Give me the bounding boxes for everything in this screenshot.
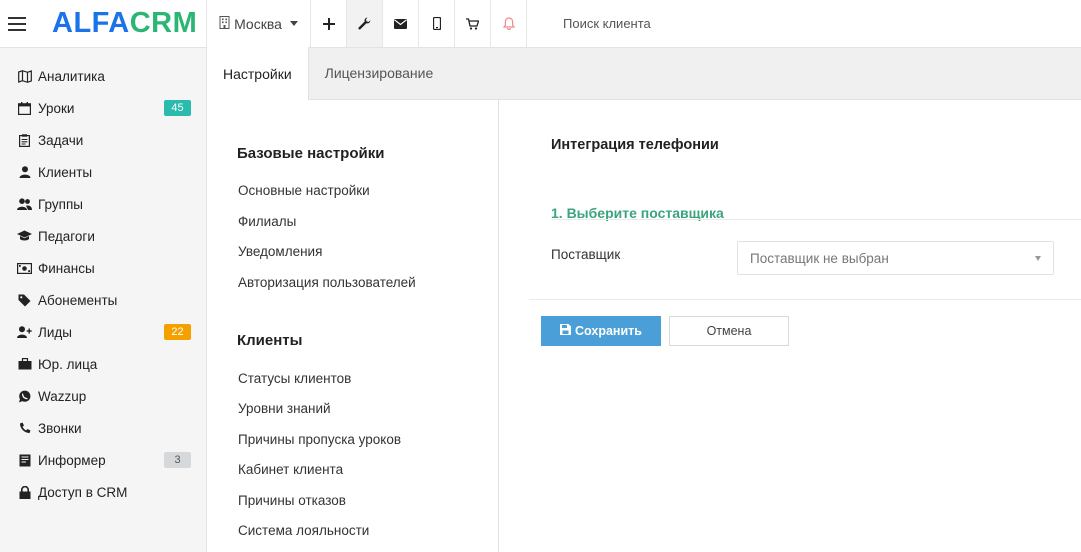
sidebar-item[interactable]: Доступ в CRM <box>0 476 206 508</box>
sidebar-item-label: Доступ в CRM <box>38 484 128 500</box>
tab-licensing[interactable]: Лицензирование <box>309 47 450 99</box>
sidebar-item[interactable]: Лиды 22 <box>0 316 206 348</box>
sidebar-item-label: Wazzup <box>38 388 87 404</box>
wrench-icon[interactable] <box>346 0 382 47</box>
mobile-icon[interactable] <box>418 0 454 47</box>
city-label: Москва <box>234 15 282 32</box>
graduation-cap-icon <box>17 229 32 244</box>
settings-menu: Базовые настройки Основные настройки Фил… <box>207 100 499 552</box>
city-selector[interactable]: Москва <box>206 0 310 47</box>
settings-link[interactable]: Система лояльности <box>238 523 369 538</box>
calendar-icon <box>17 101 32 116</box>
book-icon <box>17 453 32 468</box>
save-button[interactable]: Сохранить <box>541 316 661 346</box>
count-badge: 45 <box>164 100 191 116</box>
sidebar-item[interactable]: Группы <box>0 188 206 220</box>
sidebar-item-label: Аналитика <box>38 68 105 84</box>
page-title: Интеграция телефонии <box>551 137 719 153</box>
settings-link[interactable]: Авторизация пользователей <box>238 275 416 290</box>
sidebar-item[interactable]: Звонки <box>0 412 206 444</box>
save-label: Сохранить <box>575 324 642 338</box>
menu-icon[interactable] <box>0 0 34 47</box>
building-icon <box>219 15 230 32</box>
settings-link[interactable]: Уведомления <box>238 244 322 259</box>
section-heading-clients: Клиенты <box>237 332 303 349</box>
divider <box>551 219 1081 220</box>
count-badge: 22 <box>164 324 191 340</box>
section-heading-basic: Базовые настройки <box>237 145 385 162</box>
mail-icon[interactable] <box>382 0 418 47</box>
search-placeholder: Поиск клиента <box>563 16 651 31</box>
top-bar: ALFA CRM Москва Поиск клиента <box>0 0 1081 48</box>
settings-link[interactable]: Причины пропуска уроков <box>238 432 401 447</box>
cart-icon[interactable] <box>454 0 490 47</box>
chevron-down-icon <box>1035 256 1041 261</box>
provider-select-value: Поставщик не выбран <box>750 250 889 266</box>
sidebar-item[interactable]: Абонементы <box>0 284 206 316</box>
sidebar: Аналитика Уроки 45 Задачи Клиенты Группы Педаг… <box>0 48 207 552</box>
sidebar-item-label: Финансы <box>38 260 95 276</box>
bell-icon[interactable] <box>490 0 526 47</box>
chevron-down-icon <box>289 21 298 26</box>
settings-link[interactable]: Статусы клиентов <box>238 371 351 386</box>
main-content: Интеграция телефонии 1. Выберите поставщ… <box>499 100 1081 552</box>
sidebar-item[interactable]: Wazzup <box>0 380 206 412</box>
tag-icon <box>17 293 32 308</box>
sidebar-item[interactable]: Педагоги <box>0 220 206 252</box>
tab-settings[interactable]: Настройки <box>207 47 309 100</box>
sidebar-item-label: Группы <box>38 196 83 212</box>
users-icon <box>17 197 32 212</box>
provider-label: Поставщик <box>551 247 621 262</box>
logo-crm: CRM <box>129 7 198 39</box>
cancel-button[interactable]: Отмена <box>669 316 789 346</box>
sidebar-item-label: Педагоги <box>38 228 95 244</box>
whatsapp-icon <box>17 389 32 404</box>
client-search[interactable]: Поиск клиента <box>526 0 1081 47</box>
count-badge: 3 <box>164 452 191 468</box>
tab-bar: Настройки Лицензирование <box>207 47 1081 100</box>
sidebar-item[interactable]: Уроки 45 <box>0 92 206 124</box>
sidebar-item-label: Клиенты <box>38 164 93 180</box>
sidebar-item[interactable]: Задачи <box>0 124 206 156</box>
provider-select[interactable]: Поставщик не выбран <box>737 241 1054 275</box>
sidebar-item-label: Звонки <box>38 420 82 436</box>
sidebar-item[interactable]: Юр. лица <box>0 348 206 380</box>
settings-link[interactable]: Основные настройки <box>238 183 370 198</box>
briefcase-icon <box>17 357 32 372</box>
sidebar-item-label: Абонементы <box>38 292 118 308</box>
sidebar-item-label: Информер <box>38 452 106 468</box>
sidebar-item[interactable]: Клиенты <box>0 156 206 188</box>
clipboard-icon <box>17 133 32 148</box>
divider <box>529 299 1081 300</box>
sidebar-item-label: Юр. лица <box>38 356 98 372</box>
map-icon <box>17 69 32 84</box>
user-icon <box>17 165 32 180</box>
lock-icon <box>17 485 32 500</box>
user-plus-icon <box>17 325 32 340</box>
logo-alfa: ALFA <box>52 7 130 39</box>
sidebar-item-label: Задачи <box>38 132 84 148</box>
settings-link[interactable]: Кабинет клиента <box>238 462 343 477</box>
settings-link[interactable]: Филиалы <box>238 214 296 229</box>
floppy-icon <box>560 324 572 338</box>
logo[interactable]: ALFA CRM <box>34 0 206 47</box>
money-icon <box>17 261 32 276</box>
sidebar-item[interactable]: Финансы <box>0 252 206 284</box>
settings-link[interactable]: Уровни знаний <box>238 401 331 416</box>
sidebar-item[interactable]: Аналитика <box>0 60 206 92</box>
sidebar-item-label: Лиды <box>38 324 72 340</box>
plus-icon[interactable] <box>310 0 346 47</box>
cancel-label: Отмена <box>706 324 752 338</box>
phone-icon <box>17 421 32 436</box>
sidebar-item[interactable]: Информер 3 <box>0 444 206 476</box>
sidebar-item-label: Уроки <box>38 100 75 116</box>
settings-link[interactable]: Причины отказов <box>238 493 346 508</box>
